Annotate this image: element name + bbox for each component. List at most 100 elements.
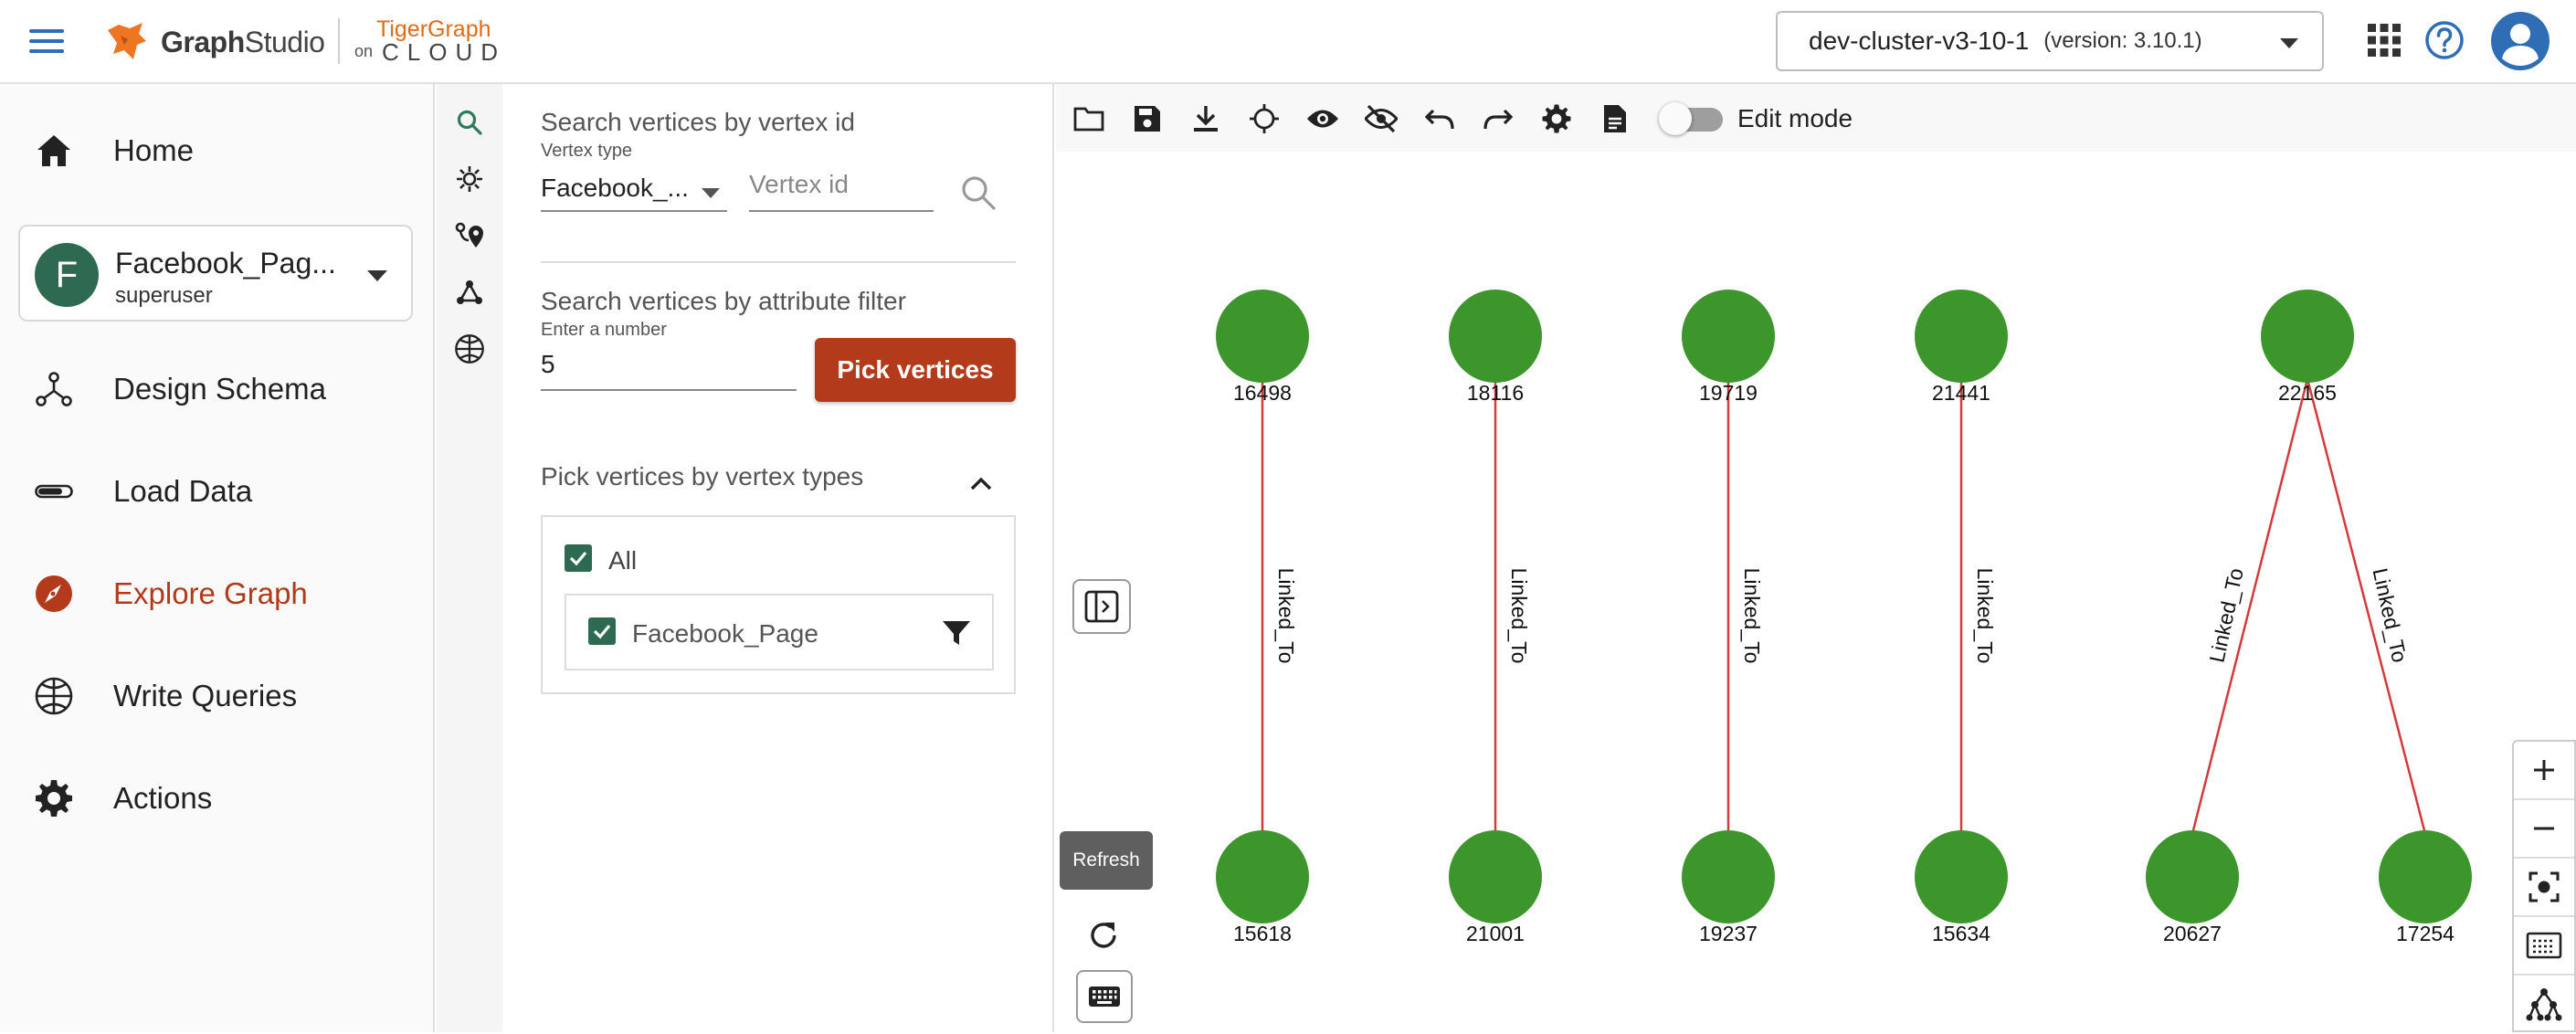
nav-item-explore-graph[interactable]: Explore Graph bbox=[0, 557, 435, 630]
caret-down-icon bbox=[702, 188, 720, 198]
queries-globe-icon bbox=[33, 675, 75, 717]
brand-name: GraphStudio bbox=[161, 25, 325, 58]
selection-box-icon bbox=[2526, 932, 2562, 959]
edge-label: Linked_To bbox=[2369, 566, 2412, 665]
search-icon[interactable] bbox=[959, 174, 998, 212]
edge-label: Linked_To bbox=[1973, 568, 1997, 664]
vertex-label: 19237 bbox=[1699, 922, 1758, 945]
vertex-15634[interactable] bbox=[1915, 830, 2008, 923]
compass-icon bbox=[33, 573, 75, 615]
vertex-id-input[interactable] bbox=[749, 164, 934, 212]
vertex-16498[interactable] bbox=[1216, 290, 1309, 383]
vertex-type-label: Vertex type bbox=[541, 141, 633, 161]
nav-item-home[interactable]: Home bbox=[0, 114, 435, 187]
zoom-controls bbox=[2512, 740, 2576, 1032]
divider bbox=[541, 261, 1016, 263]
gear-icon bbox=[33, 777, 75, 819]
nav-item-design-schema[interactable]: Design Schema bbox=[0, 353, 435, 426]
nav-label-home: Home bbox=[113, 133, 195, 167]
pick-vertices-button[interactable]: Pick vertices bbox=[815, 338, 1016, 402]
refresh-button[interactable] bbox=[1083, 915, 1124, 955]
number-label: Enter a number bbox=[541, 320, 667, 340]
caret-down-icon bbox=[367, 270, 387, 281]
home-icon bbox=[33, 130, 75, 172]
tiger-logo-icon bbox=[108, 23, 146, 59]
vertex-17254[interactable] bbox=[2379, 830, 2472, 923]
edge-label: Linked_To bbox=[1507, 568, 1531, 664]
chevron-up-icon[interactable] bbox=[966, 470, 996, 499]
vertex-21441[interactable] bbox=[1915, 290, 2008, 383]
menu-button[interactable] bbox=[24, 18, 69, 64]
check-icon bbox=[593, 624, 611, 639]
sidebar-toggle-icon bbox=[1084, 590, 1119, 623]
fit-view-button[interactable] bbox=[2514, 859, 2574, 917]
rail-path-button[interactable] bbox=[451, 217, 488, 254]
types-heading: Pick vertices by vertex types bbox=[541, 462, 864, 491]
nav-item-write-queries[interactable]: Write Queries bbox=[0, 659, 435, 733]
zoom-out-button[interactable] bbox=[2514, 800, 2574, 859]
search-by-id-heading: Search vertices by vertex id bbox=[541, 108, 855, 136]
checkbox-all[interactable] bbox=[565, 544, 592, 572]
zoom-in-button[interactable] bbox=[2514, 742, 2574, 800]
search-icon bbox=[457, 110, 482, 135]
apps-grid-icon[interactable] bbox=[2366, 22, 2402, 58]
hamburger-icon bbox=[29, 29, 64, 53]
nav-label-design-schema: Design Schema bbox=[113, 372, 326, 406]
edge-22165-20627[interactable] bbox=[2191, 378, 2309, 835]
cluster-name: dev-cluster-v3-10-1 bbox=[1809, 26, 2030, 55]
attr-filter-heading: Search vertices by attribute filter bbox=[541, 287, 906, 315]
edge-label: Linked_To bbox=[1740, 568, 1764, 664]
refresh-icon bbox=[1091, 923, 1116, 948]
vertex-20627[interactable] bbox=[2146, 830, 2239, 923]
rail-queries-button[interactable] bbox=[451, 331, 488, 367]
graph-role: superuser bbox=[115, 283, 213, 308]
keyboard-shortcuts-button[interactable] bbox=[1076, 970, 1133, 1023]
caret-down-icon bbox=[2280, 38, 2298, 48]
vertex-19719[interactable] bbox=[1682, 290, 1775, 383]
vertex-21001[interactable] bbox=[1449, 830, 1542, 923]
vertex-label: 19719 bbox=[1699, 381, 1758, 405]
vertex-type-value: Facebook_... bbox=[541, 174, 689, 202]
explore-tool-rail bbox=[437, 84, 502, 1032]
rail-search-button[interactable] bbox=[451, 104, 488, 141]
rail-neighbors-button[interactable] bbox=[451, 274, 488, 311]
vertex-label: 22165 bbox=[2278, 381, 2337, 405]
vertex-label: 20627 bbox=[2163, 922, 2222, 945]
nav-item-actions[interactable]: Actions bbox=[0, 762, 435, 835]
edge-22165-17254[interactable] bbox=[2306, 378, 2427, 835]
vertex-15618[interactable] bbox=[1216, 830, 1309, 923]
vertex-type-label: Facebook_Page bbox=[632, 619, 818, 648]
vertex-label: 15634 bbox=[1932, 922, 1990, 945]
graph-name: Facebook_Pag... bbox=[115, 247, 336, 280]
vertex-19237[interactable] bbox=[1682, 830, 1775, 923]
cluster-select[interactable]: dev-cluster-v3-10-1 (version: 3.10.1) bbox=[1776, 11, 2324, 71]
graph-visualization[interactable]: Linked_To Linked_To Linked_To Linked_To Link… bbox=[1056, 84, 2576, 1032]
checkbox-facebook-page[interactable] bbox=[588, 617, 616, 645]
edge-label: Linked_To bbox=[1274, 568, 1298, 664]
vertex-types-list: All Facebook_Page bbox=[541, 515, 1016, 694]
vertex-18116[interactable] bbox=[1449, 290, 1542, 383]
filter-icon[interactable] bbox=[939, 616, 974, 650]
graphstudio-logo[interactable]: GraphStudio bbox=[102, 15, 325, 69]
number-input[interactable] bbox=[541, 345, 797, 391]
vertex-label: 17254 bbox=[2396, 922, 2455, 945]
refresh-tooltip: Refresh bbox=[1060, 831, 1153, 890]
vertex-type-row: Facebook_Page bbox=[565, 594, 994, 670]
vertex-type-select[interactable]: Facebook_... bbox=[541, 164, 727, 212]
keyboard-icon bbox=[1089, 987, 1120, 1007]
graph-avatar: F bbox=[35, 243, 99, 307]
vertex-22165[interactable] bbox=[2261, 290, 2354, 383]
vertex-label: 15618 bbox=[1233, 922, 1292, 945]
cluster-version: (version: 3.10.1) bbox=[2043, 28, 2202, 53]
nav-label-actions: Actions bbox=[113, 781, 213, 815]
toggle-panel-button[interactable] bbox=[1072, 579, 1131, 634]
nav-item-load-data[interactable]: Load Data bbox=[0, 455, 435, 528]
layout-button[interactable] bbox=[2514, 976, 2574, 1034]
rail-expand-button[interactable] bbox=[451, 161, 488, 197]
vertex-label: 18116 bbox=[1467, 381, 1524, 405]
schema-icon bbox=[33, 368, 75, 410]
help-icon[interactable] bbox=[2424, 20, 2465, 60]
box-select-button[interactable] bbox=[2514, 917, 2574, 976]
graph-selector[interactable]: F Facebook_Pag... superuser bbox=[18, 225, 413, 322]
user-avatar-icon[interactable] bbox=[2490, 11, 2550, 71]
